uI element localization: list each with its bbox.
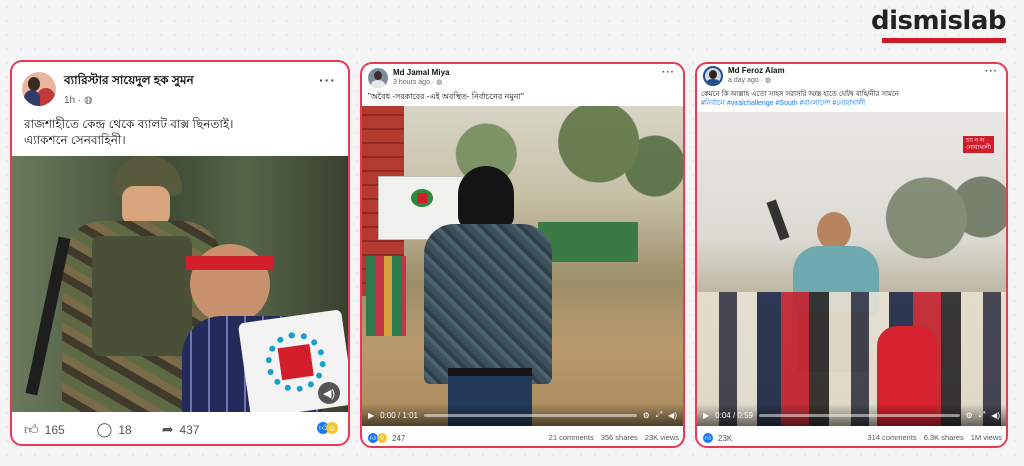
play-icon[interactable]: ▶ [703, 411, 709, 420]
like-count: 165 [44, 422, 65, 437]
globe-icon: ◍ [84, 95, 93, 106]
comment-count: 18 [118, 422, 132, 437]
fullscreen-icon[interactable]: ⤢ [656, 410, 662, 420]
video-controls[interactable]: ▶ 0:00 / 1:01 ⚙ ⤢ ◀) [362, 404, 683, 426]
globe-icon: ◍ [764, 77, 772, 84]
author-avatar[interactable] [368, 68, 388, 88]
like-icon[interactable]: 👍︎ [24, 421, 39, 438]
post-time[interactable]: a day ago · [728, 77, 765, 84]
globe-icon: ◍ [436, 79, 443, 86]
share-count[interactable]: 356 shares [601, 433, 638, 442]
comment-count[interactable]: 21 comments [549, 433, 594, 442]
play-icon[interactable]: ▶ [368, 411, 374, 420]
share-count[interactable]: 6.3K shares [924, 433, 964, 442]
video-controls[interactable]: ▶ 0:04 / 0:59 ⚙ ⤢ ◀) [697, 404, 1006, 426]
facebook-post-card: Md Jamal Miya 3 hours ago · ◍ ··· "অবৈধ … [360, 62, 685, 448]
reaction-count[interactable]: 247 [392, 434, 405, 443]
author-avatar[interactable] [22, 72, 56, 106]
reaction-count[interactable]: 23K [718, 434, 732, 443]
author-name[interactable]: Md Feroz Alam [728, 66, 785, 75]
post-time[interactable]: 3 hours ago · [393, 79, 436, 86]
volume-icon[interactable]: ◀) [991, 411, 1000, 420]
video-timestamp: 0:04 / 0:59 [715, 410, 753, 420]
haha-reaction-icon: ☺ [377, 433, 387, 443]
post-image[interactable]: ◀) [12, 156, 348, 412]
more-options-icon[interactable]: ··· [985, 66, 998, 77]
brand-logo: dismislab [870, 6, 1007, 36]
post-video[interactable]: ▶ 0:00 / 1:01 ⚙ ⤢ ◀) [362, 106, 683, 426]
facebook-post-card: Md Feroz Alam a day ago · ◍ ··· কেমনে কি… [695, 62, 1008, 448]
author-name[interactable]: Md Jamal Miya [393, 68, 449, 77]
author-name[interactable]: ব্যারিস্টার সায়েদুল হক সুমন [64, 72, 194, 92]
fullscreen-icon[interactable]: ⤢ [979, 410, 985, 420]
post-text-line-1: রাজশাহীতে কেন্দ্র থেকে ব্যালট বাক্স ছিনত… [24, 117, 234, 131]
channel-watermark: নোয়াখালী [966, 144, 991, 151]
share-icon[interactable]: ➦ [162, 421, 174, 438]
post-text: "অবৈধ -সরকারের -এই অবস্থিত- নির্বাচনের ন… [368, 92, 524, 101]
video-progress-bar[interactable] [423, 413, 637, 417]
post-video[interactable]: চ্যা ন ল নোয়াখালী ▶ 0:04 / 0:59 ⚙ ⤢ ◀) [697, 112, 1006, 426]
view-count: 23K views [644, 433, 679, 442]
post-text: কেমনে কি আল্লাহ এতো সাহস সরাসরি অ/স্ত্র … [701, 91, 899, 98]
more-options-icon[interactable]: ··· [319, 72, 336, 88]
share-count: 437 [179, 422, 200, 437]
view-count: 1M views [970, 433, 1002, 442]
post-time[interactable]: 1h · [64, 95, 84, 106]
volume-icon[interactable]: ◀) [668, 411, 677, 420]
post-text-line-2: এ্যাকশনে সেনবাহিনী। [24, 133, 126, 148]
settings-icon[interactable]: ⚙ [643, 411, 650, 420]
settings-icon[interactable]: ⚙ [966, 411, 973, 420]
author-avatar[interactable] [703, 66, 723, 86]
like-reaction-icon: 👍︎ [703, 433, 713, 443]
speaker-icon[interactable]: ◀) [318, 382, 340, 404]
post-hashtags[interactable]: #নির্বাচন #viralchallenge #South #বাংলাদ… [701, 99, 1006, 108]
brand-underline [882, 38, 1006, 43]
haha-reaction-icon: ☺ [326, 422, 338, 434]
video-timestamp: 0:00 / 1:01 [380, 410, 418, 420]
facebook-post-card: ব্যারিস্টার সায়েদুল হক সুমন 1h · ◍ ··· … [10, 60, 350, 446]
more-options-icon[interactable]: ··· [662, 67, 675, 78]
comment-icon[interactable]: ◯ [97, 421, 113, 438]
comment-count[interactable]: 314 comments [868, 433, 917, 442]
video-progress-bar[interactable] [758, 413, 960, 417]
